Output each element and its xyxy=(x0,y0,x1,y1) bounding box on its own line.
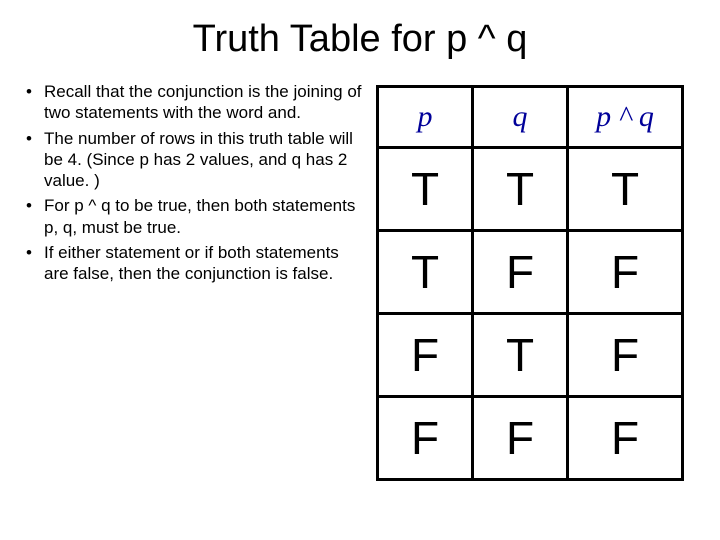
bullet-item: For p ^ q to be true, then both statemen… xyxy=(26,195,366,238)
cell: F xyxy=(568,231,683,314)
bullet-list: Recall that the conjunction is the joini… xyxy=(26,81,366,481)
slide-body: Recall that the conjunction is the joini… xyxy=(0,71,720,481)
table-header-row: p q p ^ q xyxy=(378,87,683,148)
cell: T xyxy=(473,148,568,231)
cell: F xyxy=(473,397,568,480)
cell: F xyxy=(378,397,473,480)
table-row: T T T xyxy=(378,148,683,231)
truth-table-wrap: p q p ^ q T T T T F F xyxy=(366,81,694,481)
page-title: Truth Table for p ^ q xyxy=(0,0,720,71)
bullet-item: If either statement or if both statement… xyxy=(26,242,366,285)
slide: Truth Table for p ^ q Recall that the co… xyxy=(0,0,720,540)
header-p: p xyxy=(378,87,473,148)
header-p-and-q: p ^ q xyxy=(568,87,683,148)
cell: F xyxy=(378,314,473,397)
truth-table: p q p ^ q T T T T F F xyxy=(376,85,684,481)
header-q: q xyxy=(473,87,568,148)
cell: F xyxy=(473,231,568,314)
bullet-item: Recall that the conjunction is the joini… xyxy=(26,81,366,124)
table-row: F F F xyxy=(378,397,683,480)
cell: T xyxy=(378,148,473,231)
table-row: T F F xyxy=(378,231,683,314)
cell: T xyxy=(473,314,568,397)
table-row: F T F xyxy=(378,314,683,397)
cell: T xyxy=(568,148,683,231)
cell: T xyxy=(378,231,473,314)
bullet-item: The number of rows in this truth table w… xyxy=(26,128,366,192)
cell: F xyxy=(568,397,683,480)
cell: F xyxy=(568,314,683,397)
